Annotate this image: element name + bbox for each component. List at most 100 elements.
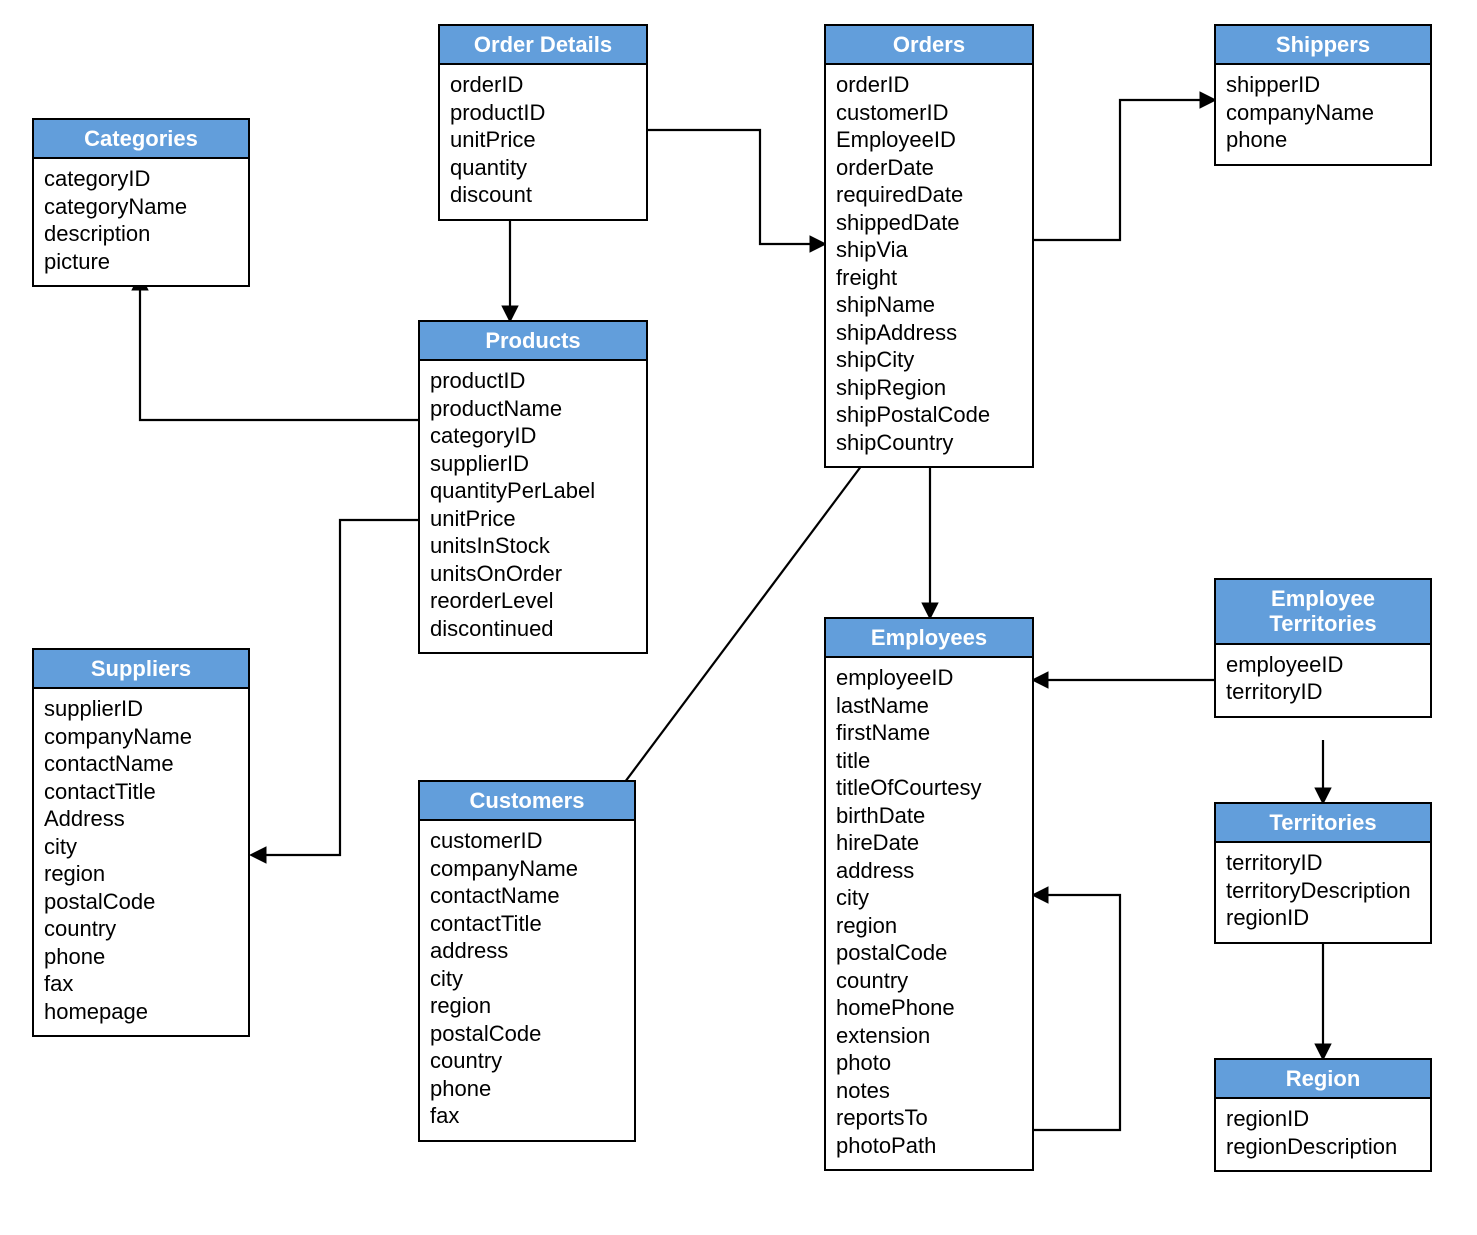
entity-orders-title: Orders [826,26,1032,65]
entity-customers: Customers customerID companyName contact… [418,780,636,1142]
field: discontinued [430,615,636,643]
field: country [836,967,1022,995]
field: EmployeeID [836,126,1022,154]
field: orderID [836,71,1022,99]
field: birthDate [836,802,1022,830]
field: contactTitle [44,778,238,806]
field: postalCode [430,1020,624,1048]
field: contactName [430,882,624,910]
field: regionID [1226,904,1420,932]
entity-categories: Categories categoryID categoryName descr… [32,118,250,287]
field: contactName [44,750,238,778]
field: freight [836,264,1022,292]
field: customerID [836,99,1022,127]
field: territoryID [1226,678,1420,706]
rel-products-categories [140,276,418,420]
field: requiredDate [836,181,1022,209]
field: regionID [1226,1105,1420,1133]
field: homePhone [836,994,1022,1022]
entity-order-details: Order Details orderID productID unitPric… [438,24,648,221]
field: postalCode [836,939,1022,967]
field: orderDate [836,154,1022,182]
field: lastName [836,692,1022,720]
field: unitsOnOrder [430,560,636,588]
field: shipName [836,291,1022,319]
entity-territories: Territories territoryID territoryDescrip… [1214,802,1432,944]
field: supplierID [430,450,636,478]
field: address [430,937,624,965]
field: productName [430,395,636,423]
entity-products: Products productID productName categoryI… [418,320,648,654]
entity-region-title: Region [1216,1060,1430,1099]
field: supplierID [44,695,238,723]
field: fax [44,970,238,998]
field: picture [44,248,238,276]
field: shipVia [836,236,1022,264]
field: phone [44,943,238,971]
field: notes [836,1077,1022,1105]
entity-employee-territories-title: Employee Territories [1216,580,1430,645]
field: companyName [44,723,238,751]
field: shipCountry [836,429,1022,457]
entity-region: Region regionID regionDescription [1214,1058,1432,1172]
field: postalCode [44,888,238,916]
entity-suppliers-title: Suppliers [34,650,248,689]
field: region [836,912,1022,940]
field: territoryDescription [1226,877,1420,905]
field: titleOfCourtesy [836,774,1022,802]
field: productID [430,367,636,395]
rel-orderdetails-orders [648,130,824,244]
field: contactTitle [430,910,624,938]
field: hireDate [836,829,1022,857]
field: country [44,915,238,943]
field: phone [430,1075,624,1103]
field: territoryID [1226,849,1420,877]
field: orderID [450,71,636,99]
field: unitsInStock [430,532,636,560]
field: Address [44,805,238,833]
entity-territories-title: Territories [1216,804,1430,843]
field: city [44,833,238,861]
field: address [836,857,1022,885]
field: employeeID [1226,651,1420,679]
field: quantityPerLabel [430,477,636,505]
entity-categories-title: Categories [34,120,248,159]
field: photo [836,1049,1022,1077]
field: city [430,965,624,993]
field: reportsTo [836,1104,1022,1132]
field: region [44,860,238,888]
field: fax [430,1102,624,1130]
field: shipPostalCode [836,401,1022,429]
field: firstName [836,719,1022,747]
er-diagram-canvas: Categories categoryID categoryName descr… [0,0,1477,1235]
entity-shippers: Shippers shipperID companyName phone [1214,24,1432,166]
rel-employees-self [1034,895,1120,1130]
field: description [44,220,238,248]
field: city [836,884,1022,912]
field: companyName [1226,99,1420,127]
entity-orders: Orders orderID customerID EmployeeID ord… [824,24,1034,468]
entity-shippers-title: Shippers [1216,26,1430,65]
field: categoryName [44,193,238,221]
field: title [836,747,1022,775]
rel-orders-shippers [1034,100,1214,240]
field: companyName [430,855,624,883]
field: regionDescription [1226,1133,1420,1161]
entity-customers-title: Customers [420,782,634,821]
field: shippedDate [836,209,1022,237]
field: region [430,992,624,1020]
entity-employees-title: Employees [826,619,1032,658]
field: productID [450,99,636,127]
entity-suppliers: Suppliers supplierID companyName contact… [32,648,250,1037]
field: unitPrice [430,505,636,533]
field: customerID [430,827,624,855]
entity-products-title: Products [420,322,646,361]
field: categoryID [44,165,238,193]
rel-products-suppliers [252,520,418,855]
field: extension [836,1022,1022,1050]
entity-employee-territories: Employee Territories employeeID territor… [1214,578,1432,718]
field: reorderLevel [430,587,636,615]
field: shipRegion [836,374,1022,402]
field: shipperID [1226,71,1420,99]
field: shipAddress [836,319,1022,347]
